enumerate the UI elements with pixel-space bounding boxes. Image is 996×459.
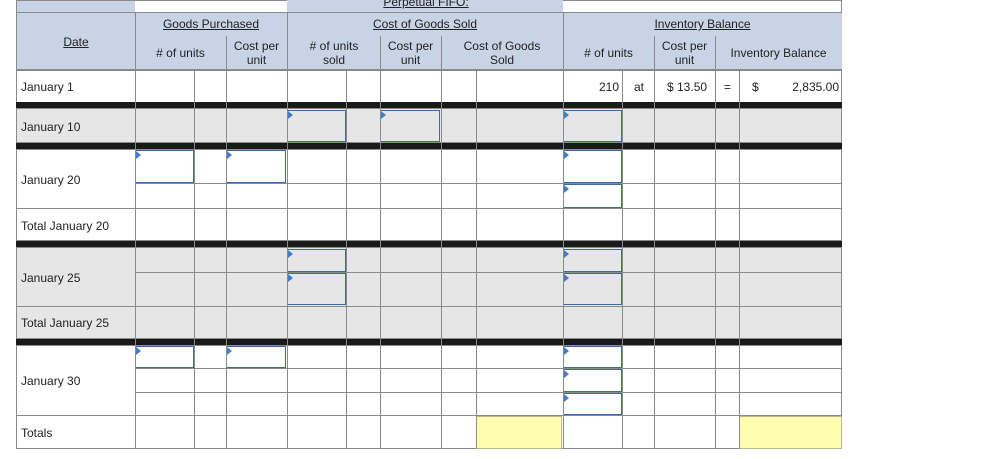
- jan25-balance-units-input-1[interactable]: [563, 249, 622, 272]
- row-label-jan1: January 1: [21, 80, 74, 94]
- row-label-totals: Totals: [21, 426, 53, 440]
- jan10-balance-units-input[interactable]: [563, 110, 622, 142]
- total-inventory-balance-input[interactable]: [739, 416, 842, 449]
- jan1-balance-at: at: [634, 80, 645, 94]
- hline: [135, 183, 842, 184]
- jan1-balance-eq: =: [724, 80, 732, 94]
- col-cogs: Cost of Goods Sold: [463, 39, 541, 67]
- hline: [16, 208, 842, 209]
- column-line: [739, 70, 740, 449]
- col-date: Date: [63, 35, 89, 49]
- col-sold-cost: Cost per unit: [387, 39, 434, 67]
- jan20-balance-units-input-1[interactable]: [563, 150, 622, 183]
- col-balance-units: # of units: [584, 46, 633, 60]
- column-line: [287, 70, 288, 449]
- column-line: [563, 70, 564, 449]
- jan20-purchased-cost-input[interactable]: [226, 150, 286, 183]
- jan30-balance-units-input-2[interactable]: [563, 369, 622, 392]
- hline: [135, 392, 842, 393]
- col-purchased-cost: Cost per unit: [233, 39, 280, 67]
- hline: [135, 272, 842, 273]
- jan25-sold-units-input-1[interactable]: [287, 249, 346, 272]
- hline: [16, 306, 842, 307]
- row-jan25-bg: [16, 247, 842, 339]
- group-balance: Inventory Balance: [654, 17, 751, 31]
- row-label-total-jan20: Total January 20: [21, 219, 110, 233]
- column-line: [654, 70, 655, 449]
- page-title: Perpetual FIFO:: [383, 0, 469, 9]
- jan30-balance-units-input-1[interactable]: [563, 346, 622, 368]
- row-label-total-jan25: Total January 25: [21, 316, 110, 330]
- col-balance-total: Inventory Balance: [730, 46, 827, 60]
- group-purchased: Goods Purchased: [162, 17, 260, 31]
- jan20-balance-units-input-2[interactable]: [563, 184, 622, 208]
- column-line: [226, 70, 227, 449]
- row-label-jan10: January 10: [21, 120, 81, 134]
- jan1-balance-dollar: $: [752, 80, 759, 94]
- hline: [135, 368, 842, 369]
- hdr-line: [16, 12, 842, 13]
- jan1-balance-cost: $ 13.50: [667, 80, 708, 94]
- col-sold-units: # of units sold: [309, 39, 359, 67]
- jan1-balance-total: 2,835.00: [792, 80, 839, 94]
- column-line: [380, 70, 381, 449]
- jan30-purchased-cost-input[interactable]: [226, 346, 286, 368]
- column-line: [622, 70, 623, 449]
- jan30-balance-units-input-3[interactable]: [563, 393, 622, 415]
- jan20-purchased-units-input[interactable]: [135, 150, 194, 183]
- col-purchased-units: # of units: [156, 46, 205, 60]
- jan30-purchased-units-input[interactable]: [135, 346, 194, 368]
- row-label-jan20: January 20: [21, 173, 81, 187]
- row-jan1: [16, 70, 842, 104]
- total-cogs-input[interactable]: [476, 416, 562, 449]
- jan10-sold-cost-input[interactable]: [380, 110, 440, 142]
- column-line: [476, 70, 477, 449]
- jan25-sold-units-input-2[interactable]: [287, 273, 346, 305]
- jan25-balance-units-input-2[interactable]: [563, 273, 622, 305]
- column-line: [346, 70, 347, 449]
- jan10-sold-units-input[interactable]: [287, 110, 346, 142]
- row-label-jan25: January 25: [21, 271, 81, 285]
- col-balance-cost: Cost per unit: [661, 39, 708, 67]
- group-cogs: Cost of Goods Sold: [372, 17, 478, 31]
- column-line: [135, 70, 136, 449]
- hline: [16, 415, 842, 416]
- column-line: [715, 70, 716, 449]
- row-label-jan30: January 30: [21, 374, 81, 388]
- jan1-balance-units: 210: [598, 80, 619, 94]
- column-line: [441, 70, 442, 449]
- column-line: [194, 70, 195, 449]
